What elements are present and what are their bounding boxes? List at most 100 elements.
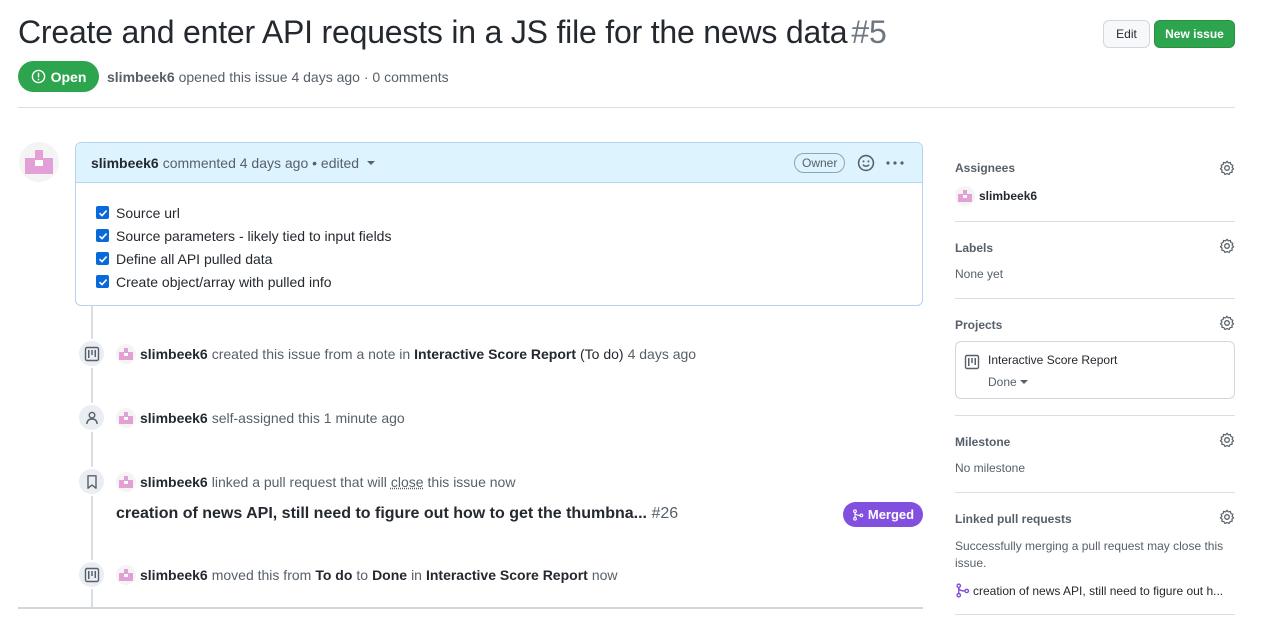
task-checkbox[interactable] [96,252,109,265]
event-time[interactable]: 4 days ago [628,346,697,362]
issue-title-text: Create and enter API requests in a JS fi… [18,14,848,50]
project-icon [964,354,980,370]
actor-link[interactable]: slimbeek6 [140,567,208,583]
milestone-heading[interactable]: Milestone [955,435,1235,449]
issue-number: #5 [851,14,887,50]
comment-info[interactable]: commented 4 days ago • edited [163,155,359,171]
task-item: Define all API pulled data [96,247,922,270]
task-list: Source url Source parameters - likely ti… [76,183,922,293]
issue-opened-icon [31,69,45,84]
assignee-avatar[interactable] [955,186,975,206]
timeline-event: slimbeek6 created this issue from a note… [116,344,696,364]
issue-comment: slimbeek6 commented 4 days ago • edited … [75,142,923,306]
project-column: (To do) [580,346,624,362]
to-column: Done [372,567,408,583]
linked-pr-item[interactable]: creation of news API, still need to figu… [955,583,1235,598]
smiley-icon[interactable] [857,154,875,172]
actor-avatar[interactable] [116,472,136,492]
gear-icon[interactable] [1219,160,1235,176]
task-checkbox[interactable] [96,229,109,242]
assignees-heading[interactable]: Assignees [955,161,1235,175]
issue-state-badge: Open [18,61,99,92]
pr-title-text[interactable]: creation of news API, still need to figu… [116,505,647,522]
projects-heading[interactable]: Projects [955,318,1235,332]
owner-badge: Owner [794,153,846,173]
project-status-select[interactable]: Done [988,375,1028,389]
task-label: Create object/array with pulled info [116,273,332,290]
timeline-event: slimbeek6 moved this from To do to Done … [116,565,618,585]
sidebar-divider [955,221,1235,222]
event-text: linked a pull request that will [211,474,387,490]
project-link[interactable]: Interactive Score Report [426,567,588,583]
gear-icon[interactable] [1219,432,1235,448]
task-checkbox[interactable] [96,206,109,219]
task-label: Source parameters - likely tied to input… [116,227,392,244]
actor-avatar[interactable] [116,344,136,364]
linked-pr-title[interactable]: creation of news API, still need to figu… [116,505,678,523]
project-icon [77,560,106,589]
task-label: Source url [116,204,180,221]
kebab-horizontal-icon[interactable] [885,155,905,171]
comment-author[interactable]: slimbeek6 [91,155,159,171]
comment-header: slimbeek6 commented 4 days ago • edited … [76,143,922,183]
task-item: Source url [96,201,922,224]
gear-icon[interactable] [1219,509,1235,525]
assignee-entry[interactable]: slimbeek6 [955,186,1235,206]
gear-icon[interactable] [1219,238,1235,254]
labels-heading[interactable]: Labels [955,241,1235,255]
task-item: Source parameters - likely tied to input… [96,224,922,247]
linked-prs-note: Successfully merging a pull request may … [955,539,1224,570]
event-text: created this issue from a note in [211,346,411,362]
timeline-end-divider [18,607,923,609]
bookmark-icon [77,467,106,496]
event-text-in: in [411,567,422,583]
sidebar-divider [955,415,1235,416]
task-item: Create object/array with pulled info [96,270,922,293]
task-label: Define all API pulled data [116,250,273,267]
actor-link[interactable]: slimbeek6 [140,346,208,362]
timeline-event: slimbeek6 self-assigned this 1 minute ag… [116,408,405,428]
event-text-to: to [356,567,369,583]
assignee-name[interactable]: slimbeek6 [979,189,1037,203]
milestone-value: No milestone [955,461,1026,475]
project-name[interactable]: Interactive Score Report [988,353,1117,367]
issue-state-label: Open [50,68,87,85]
event-text: moved this from [211,567,312,583]
labels-value: None yet [955,267,1004,281]
sidebar-divider [955,492,1235,493]
pr-number: #26 [651,505,679,522]
event-time[interactable]: now [592,567,618,583]
timeline-event: slimbeek6 linked a pull request that wil… [116,472,515,492]
sidebar-divider [955,298,1235,299]
caret-down-icon [1019,380,1028,384]
project-card[interactable]: Interactive Score Report Done [955,341,1235,399]
project-icon [77,339,106,368]
author-avatar[interactable] [19,142,59,182]
from-column: To do [315,567,353,583]
header-divider [18,107,1235,108]
chevron-down-icon[interactable] [367,160,376,165]
close-keyword-link[interactable]: close [391,474,424,490]
task-checkbox[interactable] [96,275,109,288]
new-issue-button[interactable]: New issue [1154,20,1235,48]
actor-avatar[interactable] [116,565,136,585]
project-link[interactable]: Interactive Score Report [414,346,576,362]
edit-button[interactable]: Edit [1103,20,1150,48]
person-icon [77,403,106,432]
actor-avatar[interactable] [116,408,136,428]
project-status[interactable]: Done [988,375,1017,389]
merged-label: Merged [867,507,915,522]
issue-author-link[interactable]: slimbeek6 [107,69,175,85]
actor-link[interactable]: slimbeek6 [140,410,208,426]
git-merge-icon [852,508,864,521]
event-text-post: this issue now [427,474,516,490]
gear-icon[interactable] [1219,315,1235,331]
issue-meta-text: opened this issue 4 days ago · 0 comment… [178,69,449,85]
linked-prs-heading[interactable]: Linked pull requests [955,512,1235,526]
sidebar-divider [955,614,1235,615]
issue-title: Create and enter API requests in a JS fi… [18,14,887,51]
actor-link[interactable]: slimbeek6 [140,474,208,490]
linked-pr-title[interactable]: creation of news API, still need to figu… [973,584,1223,598]
git-merge-icon [956,583,970,598]
issue-meta: slimbeek6 opened this issue 4 days ago ·… [107,69,449,85]
